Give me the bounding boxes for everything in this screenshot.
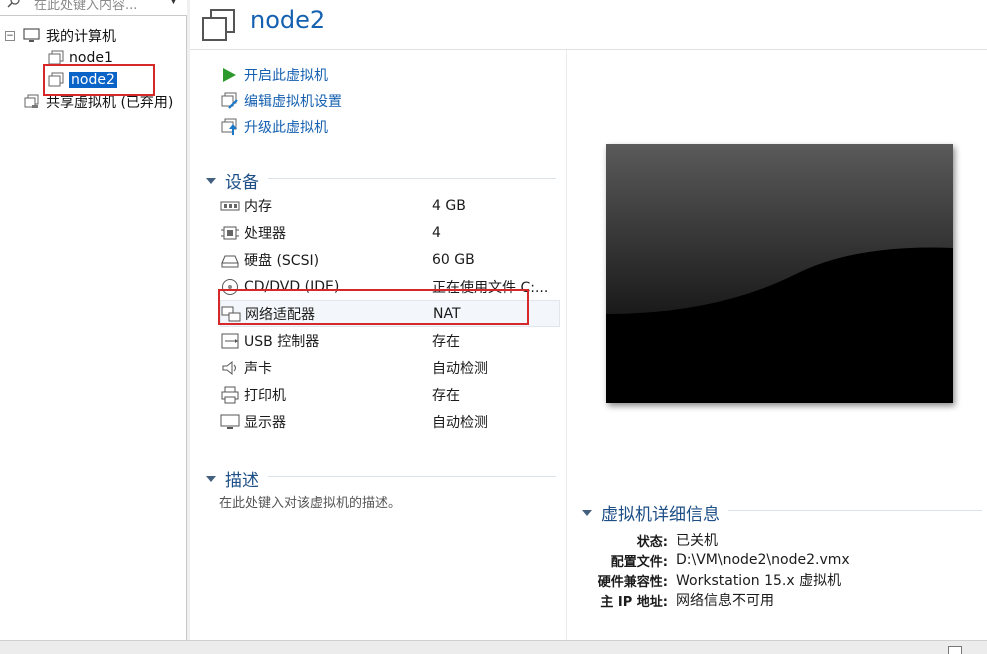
divider [728, 510, 982, 511]
collapse-arrow-icon [582, 509, 592, 516]
printer-icon [221, 386, 239, 403]
edit-vm-settings-label: 编辑虚拟机设置 [244, 94, 342, 110]
vm-details: 状态: 已关机 配置文件: D:\VM\node2\node2.vmx 硬件兼容… [584, 530, 984, 610]
device-name: USB 控制器 [244, 333, 320, 350]
computer-icon [23, 28, 40, 42]
detail-key: 主 IP 地址: [600, 594, 668, 610]
devices-header: 设备 [225, 173, 259, 193]
display-icon [220, 414, 240, 429]
device-value: 4 [432, 224, 441, 241]
usb-icon [221, 333, 239, 348]
shared-vm-icon [24, 94, 39, 108]
library-search[interactable]: 在此处键入内容... ▼ [0, 0, 187, 16]
annotation-box-network [218, 289, 529, 325]
edit-settings-icon [221, 92, 238, 109]
collapse-arrow-icon [206, 177, 216, 184]
device-value: 60 GB [432, 251, 475, 268]
upgrade-vm-label: 升级此虚拟机 [244, 120, 328, 136]
device-name: 处理器 [244, 225, 286, 242]
detail-row-config-file: 配置文件: D:\VM\node2\node2.vmx [584, 550, 984, 570]
device-row-memory[interactable]: 内存 4 GB [220, 192, 560, 219]
detail-row-hw-compat: 硬件兼容性: Workstation 15.x 虚拟机 [584, 570, 984, 590]
device-row-printer[interactable]: 打印机 存在 [220, 381, 560, 408]
divider [566, 50, 567, 640]
detail-value: 网络信息不可用 [676, 593, 774, 609]
detail-key: 状态: [636, 534, 668, 550]
thumbnail-graphic [606, 144, 953, 403]
upgrade-vm-button[interactable]: 升级此虚拟机 [220, 114, 342, 140]
cpu-icon [221, 226, 239, 239]
detail-key: 硬件兼容性: [597, 574, 668, 590]
device-row-sound[interactable]: 声卡 自动检测 [220, 354, 560, 381]
description-header: 描述 [225, 471, 259, 491]
vm-screen-thumbnail[interactable] [606, 144, 953, 403]
devices-section-toggle[interactable]: 设备 [206, 168, 259, 193]
device-name: 打印机 [244, 387, 286, 404]
detail-row-state: 状态: 已关机 [584, 530, 984, 550]
device-name: 硬盘 (SCSI) [244, 252, 320, 269]
device-value: 4 GB [432, 197, 466, 214]
search-icon [7, 0, 20, 8]
details-header: 虚拟机详细信息 [601, 505, 720, 525]
device-value: 存在 [432, 387, 460, 404]
device-value: 自动检测 [432, 414, 488, 431]
play-icon [223, 68, 236, 82]
status-bar [0, 640, 987, 654]
sound-icon [222, 360, 236, 375]
collapse-toggle[interactable]: − [5, 31, 15, 41]
divider [268, 178, 556, 179]
device-row-harddisk[interactable]: 硬盘 (SCSI) 60 GB [220, 246, 560, 273]
device-row-display[interactable]: 显示器 自动检测 [220, 408, 560, 435]
edit-vm-settings-button[interactable]: 编辑虚拟机设置 [220, 88, 342, 114]
detail-value: D:\VM\node2\node2.vmx [676, 552, 850, 568]
device-value: 自动检测 [432, 360, 488, 377]
annotation-box-node2 [43, 64, 155, 96]
vm-large-icon [202, 9, 235, 41]
vm-actions: 开启此虚拟机 编辑虚拟机设置 升级此虚拟机 [220, 62, 342, 140]
detail-key: 配置文件: [610, 554, 668, 570]
description-section-toggle[interactable]: 描述 [206, 466, 259, 491]
memory-icon [220, 201, 240, 210]
description-placeholder[interactable]: 在此处键入对该虚拟机的描述。 [219, 492, 401, 511]
start-vm-label: 开启此虚拟机 [244, 68, 328, 84]
detail-value: 已关机 [676, 533, 718, 549]
divider [268, 476, 556, 477]
device-row-processor[interactable]: 处理器 4 [220, 219, 560, 246]
status-indicator-icon[interactable] [948, 646, 962, 654]
detail-value: Workstation 15.x 虚拟机 [676, 573, 842, 589]
start-vm-button[interactable]: 开启此虚拟机 [220, 62, 342, 88]
chevron-down-icon[interactable]: ▼ [170, 0, 177, 6]
device-name: 内存 [244, 198, 272, 215]
vm-title: node2 [250, 6, 326, 34]
search-placeholder[interactable]: 在此处键入内容... [34, 0, 137, 13]
library-pane: 在此处键入内容... ▼ − 我的计算机 node1 node2 共享虚拟机 (… [0, 0, 187, 640]
harddisk-icon [221, 255, 239, 267]
detail-row-ip: 主 IP 地址: 网络信息不可用 [584, 590, 984, 610]
vm-summary-pane: node2 开启此虚拟机 编辑虚拟机设置 升级此虚拟机 设备 内存 4 GB 处… [190, 0, 987, 640]
upgrade-icon [221, 118, 237, 135]
tree-item-my-computer[interactable]: 我的计算机 [22, 26, 116, 46]
device-row-usb[interactable]: USB 控制器 存在 [220, 327, 560, 354]
collapse-arrow-icon [206, 475, 216, 482]
tree-label: 我的计算机 [46, 29, 116, 45]
device-value: 存在 [432, 333, 460, 350]
vm-title-bar: node2 [190, 0, 987, 50]
device-name: 显示器 [244, 414, 286, 431]
details-section-toggle[interactable]: 虚拟机详细信息 [582, 500, 720, 525]
device-name: 声卡 [244, 360, 272, 377]
